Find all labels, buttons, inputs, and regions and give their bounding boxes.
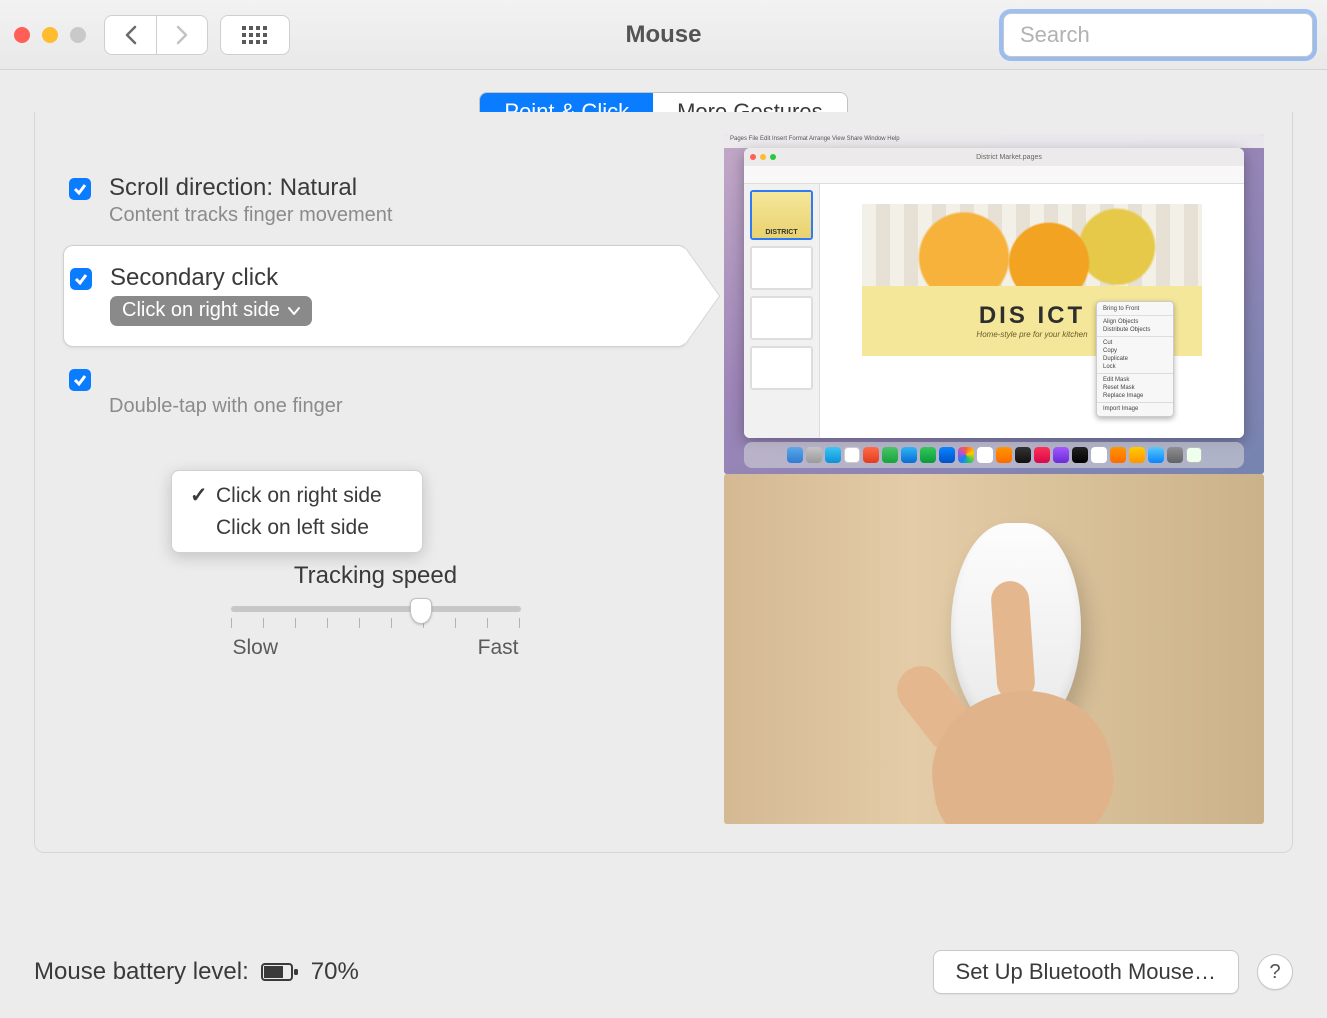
preview-desktop: Pages File Edit Insert Format Arrange Vi… (724, 134, 1264, 474)
preview-menubar: Pages File Edit Insert Format Arrange Vi… (724, 134, 1264, 148)
minimize-window-button[interactable] (42, 27, 58, 43)
check-icon (74, 272, 88, 286)
menu-item-label: Click on right side (216, 484, 382, 508)
dropdown-selected-label: Click on right side (122, 299, 280, 322)
menu-item-right-side[interactable]: ✓ Click on right side (172, 479, 422, 512)
tracking-speed-slider[interactable]: Slow Fast (231, 606, 521, 660)
preview-app-window: District Market.pages DISTRICT DIS ICT (744, 148, 1244, 438)
battery-status: Mouse battery level: 70% (34, 958, 359, 986)
search-field[interactable] (1003, 13, 1313, 57)
preview-banner-sub: Home-style pre for your kitchen (976, 330, 1087, 339)
preview-column: Pages File Edit Insert Format Arrange Vi… (724, 134, 1264, 824)
menu-item-label: Click on left side (216, 516, 369, 540)
footer: Mouse battery level: 70% Set Up Bluetoot… (34, 950, 1293, 994)
slider-track (231, 606, 521, 612)
menu-item-left-side[interactable]: Click on left side (172, 512, 422, 544)
back-button[interactable] (104, 15, 156, 55)
forward-button[interactable] (156, 15, 208, 55)
window-controls (14, 27, 86, 43)
battery-value: 70% (311, 958, 359, 986)
help-button[interactable]: ? (1257, 954, 1293, 990)
hand-icon (902, 621, 1142, 824)
secondary-click-menu: ✓ Click on right side Click on left side (171, 470, 423, 553)
slider-ticks (231, 618, 521, 628)
settings-list: Scroll direction: Natural Content tracks… (63, 134, 688, 824)
close-window-button[interactable] (14, 27, 30, 43)
zoom-window-button (70, 27, 86, 43)
check-icon: ✓ (190, 483, 206, 508)
preview-context-menu: Bring to Front Align Objects Distribute … (1096, 301, 1174, 417)
secondary-click-dropdown[interactable]: Click on right side (110, 296, 312, 326)
grid-icon (242, 26, 268, 44)
setting-subtitle: Content tracks finger movement (109, 204, 392, 227)
settings-panel: Scroll direction: Natural Content tracks… (34, 112, 1293, 853)
titlebar: Mouse (0, 0, 1327, 70)
preview-mouse-video (724, 474, 1264, 824)
checkbox-secondary-click[interactable] (70, 268, 92, 290)
setting-subtitle: Double-tap with one finger (109, 395, 342, 418)
setting-title: Scroll direction: Natural (109, 174, 392, 202)
chevron-right-icon (175, 25, 189, 45)
check-icon (73, 182, 87, 196)
preview-dock (744, 442, 1244, 468)
chevron-left-icon (124, 25, 138, 45)
slider-max-label: Fast (478, 636, 519, 660)
checkbox-scroll-direction[interactable] (69, 178, 91, 200)
search-input[interactable] (1020, 22, 1308, 48)
setting-scroll-direction[interactable]: Scroll direction: Natural Content tracks… (63, 162, 688, 241)
setup-bluetooth-mouse-button[interactable]: Set Up Bluetooth Mouse… (933, 950, 1239, 994)
setting-secondary-click[interactable]: Secondary click Click on right side (63, 245, 688, 347)
nav-buttons (104, 15, 208, 55)
preview-doc-title: District Market.pages (780, 154, 1238, 161)
battery-icon (261, 962, 299, 982)
tracking-speed-section: Tracking speed Slow Fast (63, 562, 688, 660)
check-icon (73, 373, 87, 387)
setting-title: Secondary click (110, 264, 312, 292)
show-all-prefs-button[interactable] (220, 15, 290, 55)
tracking-speed-label: Tracking speed (63, 562, 688, 590)
preview-banner-title: DIS ICT (979, 302, 1085, 330)
battery-label: Mouse battery level: (34, 958, 249, 986)
chevron-down-icon (288, 306, 300, 316)
setting-smart-zoom[interactable]: Smart zoom Double-tap with one finger (63, 353, 688, 432)
slider-min-label: Slow (233, 636, 279, 660)
checkbox-smart-zoom[interactable] (69, 369, 91, 391)
